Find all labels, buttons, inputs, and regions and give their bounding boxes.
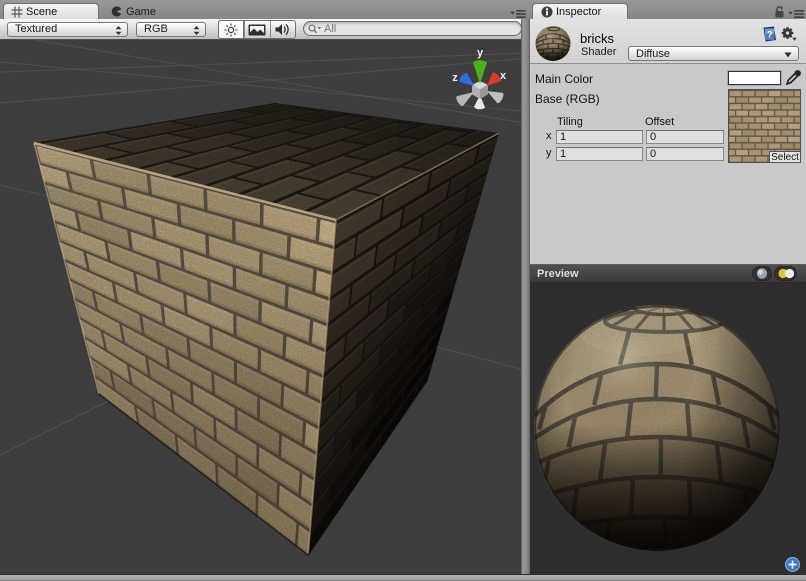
svg-text:?: ? xyxy=(767,30,773,40)
svg-text:y: y xyxy=(477,47,484,59)
svg-text:x: x xyxy=(500,70,507,82)
svg-text:z: z xyxy=(452,72,458,84)
